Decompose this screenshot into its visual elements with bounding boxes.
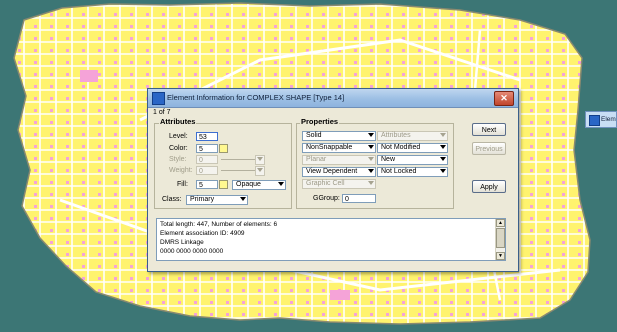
view-dependent-dropdown[interactable]: View Dependent [302, 167, 376, 177]
fill-field[interactable]: 5 [196, 180, 218, 189]
fill-swatch[interactable] [219, 180, 228, 189]
element-info-window-tab[interactable]: Elem [585, 111, 617, 128]
style-sample [221, 159, 255, 160]
style-field: 0 [196, 155, 218, 164]
chevron-down-icon [240, 197, 246, 201]
weight-sample [221, 170, 255, 171]
color-swatch[interactable] [219, 144, 228, 153]
color-field[interactable]: 5 [196, 144, 218, 153]
chevron-down-icon [368, 157, 374, 161]
planar-dropdown: Planar [302, 155, 376, 165]
weight-field: 0 [196, 166, 218, 175]
scroll-thumb[interactable] [496, 228, 505, 248]
info-line: Total length: 447, Number of elements: 6 [160, 221, 278, 228]
solid-dropdown[interactable]: Solid [302, 131, 376, 141]
info-line: DMRS Linkage [160, 239, 204, 246]
snappable-value: NonSnappable [306, 144, 353, 151]
properties-heading: Properties [300, 117, 340, 126]
element-info-icon [152, 92, 165, 105]
close-icon[interactable]: ✕ [494, 91, 514, 106]
chevron-down-icon [368, 133, 374, 137]
chevron-down-icon [440, 133, 446, 137]
fill-mode-dropdown[interactable]: Opaque [232, 180, 286, 190]
snappable-dropdown[interactable]: NonSnappable [302, 143, 376, 153]
chevron-down-icon [368, 169, 374, 173]
element-info-icon [589, 115, 600, 126]
scroll-up-icon[interactable]: ▲ [496, 219, 505, 227]
level-field[interactable]: 53 [196, 132, 218, 141]
planar-value: Planar [306, 156, 327, 163]
info-line: 0000 0000 0000 0000 [160, 248, 224, 255]
element-counter: 1 of 7 [153, 109, 171, 116]
class-label: Class: [162, 196, 182, 203]
weight-dropdown [255, 166, 265, 176]
info-line: Element association ID: 4909 [160, 230, 245, 237]
next-button[interactable]: Next [472, 123, 506, 136]
locked-value: Not Locked [381, 168, 417, 175]
weight-label: Weight: [169, 167, 193, 174]
modified-dropdown[interactable]: Not Modified [377, 143, 448, 153]
attributes-value: Attributes [381, 132, 411, 139]
locked-dropdown[interactable]: Not Locked [377, 167, 448, 177]
fill-label: Fill: [177, 181, 188, 188]
graphic-cell-dropdown: Graphic Cell [302, 179, 376, 189]
fill-mode-value: Opaque [236, 181, 261, 188]
color-label: Color: [169, 145, 188, 152]
class-value: Primary [190, 196, 215, 203]
chevron-down-icon [368, 145, 374, 149]
chevron-down-icon [257, 157, 263, 161]
chevron-down-icon [440, 145, 446, 149]
ggroup-field[interactable]: 0 [342, 194, 376, 203]
apply-button[interactable]: Apply [472, 180, 506, 193]
attributes-heading: Attributes [159, 117, 197, 126]
info-scrollbar[interactable]: ▲ ▼ [495, 219, 505, 260]
new-value: New [381, 156, 396, 163]
solid-value: Solid [306, 132, 322, 139]
chevron-down-icon [368, 181, 374, 185]
graphic-cell-value: Graphic Cell [306, 180, 345, 187]
attributes-dropdown: Attributes [377, 131, 448, 141]
element-info-text[interactable]: Total length: 447, Number of elements: 6… [156, 218, 506, 261]
scroll-down-icon[interactable]: ▼ [496, 252, 505, 260]
chevron-down-icon [440, 157, 446, 161]
chevron-down-icon [440, 169, 446, 173]
modified-value: Not Modified [381, 144, 421, 151]
style-label: Style: [169, 156, 187, 163]
chevron-down-icon [257, 168, 263, 172]
view-dependent-value: View Dependent [306, 168, 358, 175]
dialog-titlebar[interactable]: Element Information for COMPLEX SHAPE [T… [148, 89, 518, 108]
previous-button: Previous [472, 142, 506, 155]
new-dropdown[interactable]: New [377, 155, 448, 165]
dialog-title: Element Information for COMPLEX SHAPE [T… [167, 93, 345, 102]
level-label: Level: [169, 133, 188, 140]
class-dropdown[interactable]: Primary [186, 195, 248, 205]
chevron-down-icon [278, 182, 284, 186]
ggroup-label: GGroup: [313, 195, 340, 202]
style-dropdown [255, 155, 265, 165]
element-information-dialog: Element Information for COMPLEX SHAPE [T… [147, 88, 519, 272]
side-window-label: Elem [601, 116, 616, 123]
